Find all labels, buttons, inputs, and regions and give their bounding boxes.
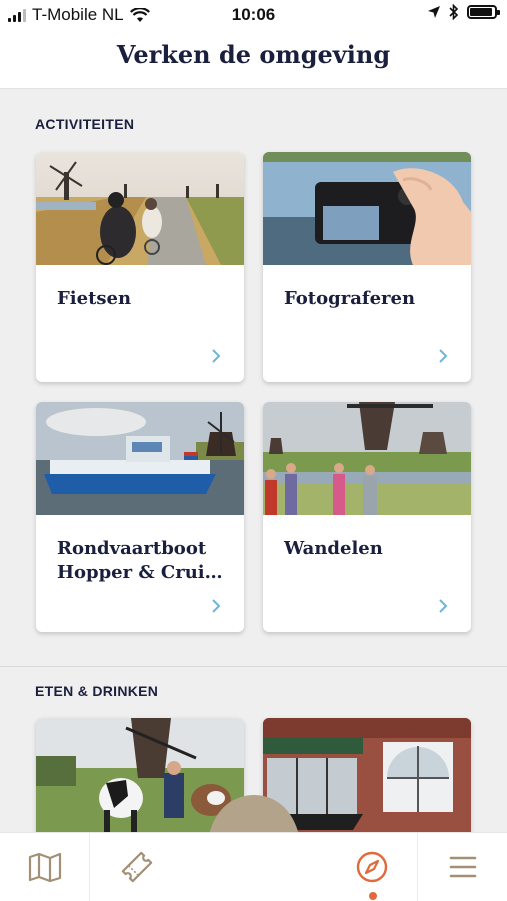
page-title: Verken de omgeving [116,40,391,69]
section-title-activiteiten: ACTIVITEITEN [35,116,135,132]
status-bar: T-Mobile NL 10:06 [0,0,507,30]
headphones-icon [235,839,273,874]
activity-card-wandelen[interactable]: Wandelen [263,402,471,632]
card-label: Rondvaartboot Hopper & Crui… [57,538,223,583]
tab-tickets[interactable] [90,833,183,901]
tab-bar [0,832,507,901]
map-icon [28,852,62,882]
activity-card-fotograferen[interactable]: Fotograferen [263,152,471,382]
card-label: Fotograferen [284,288,416,309]
tab-map[interactable] [0,833,90,901]
card-image-walking [263,402,471,515]
location-arrow-icon [428,6,440,18]
section-title-eten-drinken: ETEN & DRINKEN [35,683,159,699]
card-label: Wandelen [284,538,383,559]
tab-explore[interactable] [325,833,418,901]
chevron-right-icon [212,349,221,363]
card-image-cycling [36,152,244,265]
status-right [427,4,500,20]
ticket-icon [121,851,152,883]
section-divider [0,666,507,667]
nav-bar: Verken de omgeving [0,30,507,89]
tab-menu[interactable] [418,833,507,901]
menu-icon [449,856,476,878]
bluetooth-icon [449,4,459,20]
activity-card-rondvaartboot[interactable]: Rondvaartboot Hopper & Crui… [36,402,244,632]
activity-card-fietsen[interactable]: Fietsen [36,152,244,382]
card-label: Fietsen [57,288,132,309]
active-tab-indicator [369,892,377,900]
tab-audio[interactable] [183,821,325,889]
card-image-photography [263,152,471,265]
chevron-right-icon [212,599,221,613]
chevron-right-icon [439,349,448,363]
chevron-right-icon [439,599,448,613]
battery-icon [467,5,500,19]
card-image-boat [36,402,244,515]
compass-icon [356,851,387,883]
